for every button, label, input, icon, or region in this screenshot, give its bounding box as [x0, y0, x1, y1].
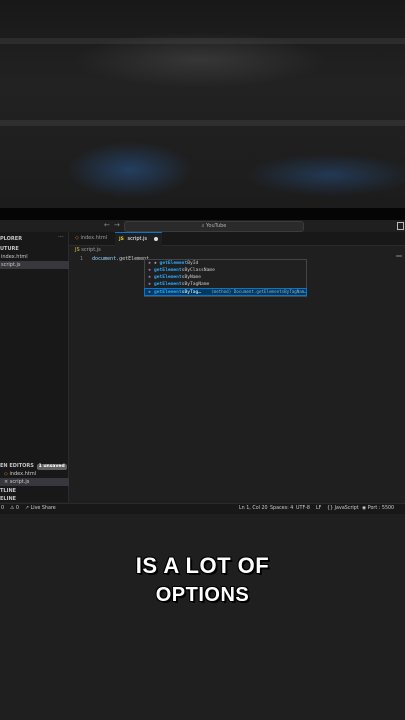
autocomplete-suggestions[interactable]: ◈ ★ getElementById ◈ getElementsByClassNam… — [144, 259, 307, 297]
port-label: Port : 5500 — [367, 506, 395, 511]
html-file-icon: ◇ — [75, 235, 79, 241]
status-bar: 0 ⚠ 0 ↗ Live Share Ln 1, Col 20 Spaces: … — [0, 503, 405, 514]
forward-button[interactable]: → — [114, 221, 120, 229]
method-icon: ◈ — [148, 275, 151, 280]
suggestion-item[interactable]: ◈ ★ getElementById — [145, 261, 306, 267]
tab-label: index.html — [80, 235, 108, 241]
open-editor-label: index.html — [9, 471, 37, 477]
warnings-status[interactable]: ⚠ 0 — [10, 505, 19, 513]
suggestion-detail: (method) Document.getElementsByTagNam… — [211, 289, 307, 294]
suggestion-match: getElement — [159, 261, 188, 266]
minimap[interactable] — [396, 255, 402, 257]
file-index-html[interactable]: index.html — [0, 253, 69, 261]
errors-status[interactable]: 0 — [1, 505, 4, 513]
search-icon: ⌕ — [201, 223, 205, 229]
suggestion-match: getElement — [154, 290, 182, 295]
open-editor-index-html[interactable]: ◇ index.html — [0, 470, 72, 478]
broadcast-icon: ◉ — [362, 506, 367, 511]
more-actions-icon[interactable]: ··· — [58, 234, 64, 241]
search-label: YouTube — [206, 223, 227, 229]
code-line[interactable]: document.getElement — [92, 256, 149, 262]
code-object: document. — [92, 256, 120, 262]
language-mode[interactable]: {} JavaScript — [327, 505, 359, 513]
live-share-label: Live Share — [30, 506, 56, 511]
outline-header[interactable]: TLINE — [0, 487, 68, 495]
indentation[interactable]: Spaces: 4 — [270, 505, 293, 513]
suggestion-item-selected[interactable]: ◈ getElementsByTag… (method) Document.getE… — [144, 288, 307, 296]
language-label: JavaScript — [334, 506, 359, 511]
open-editors-header[interactable]: EN EDITORS 1 unsaved — [0, 462, 68, 470]
method-icon: ◈ — [148, 282, 151, 287]
end-of-line[interactable]: LF — [316, 505, 321, 513]
close-icon[interactable]: × — [4, 479, 8, 485]
line-number: 1 — [80, 256, 84, 262]
suggestion-match: getElement — [154, 268, 182, 273]
tab-index-html[interactable]: ◇ index.html — [71, 232, 111, 245]
suggestion-item[interactable]: ◈ getElementsByName — [145, 275, 306, 281]
letterbox-bar — [0, 208, 405, 220]
blurred-video-frame — [0, 0, 405, 208]
suggestion-rest: ById — [187, 261, 199, 266]
warning-count: 0 — [15, 506, 19, 511]
warning-icon: ⚠ — [10, 506, 15, 511]
suggestion-item[interactable]: ◈ getElementsByClassName — [145, 268, 306, 274]
method-icon: ◈ — [148, 290, 151, 295]
suggestion-match: getElement — [154, 275, 182, 280]
html-file-icon: ◇ — [4, 471, 8, 477]
method-icon: ◈ — [148, 261, 151, 266]
cursor-position[interactable]: Ln 1, Col 20 — [239, 505, 268, 513]
open-editors-label: EN EDITORS — [0, 463, 34, 469]
error-count: 0 — [1, 506, 5, 511]
caption-line-2: options — [155, 584, 250, 606]
command-center-search[interactable]: ⌕ YouTube — [124, 221, 304, 232]
breadcrumb[interactable]: JS script.js — [75, 247, 101, 253]
tab-script-js[interactable]: JS script.js — [115, 232, 162, 246]
file-script-js[interactable]: script.js — [0, 261, 69, 269]
live-share-icon: ↗ — [25, 506, 30, 511]
suggestion-match: getElement — [154, 282, 182, 287]
js-file-icon: JS — [119, 237, 124, 242]
js-file-icon: JS — [75, 247, 80, 253]
folder-name[interactable]: UTURE — [0, 245, 68, 253]
suggestion-rest: sByClassName — [181, 268, 215, 273]
back-button[interactable]: ← — [104, 221, 110, 229]
layout-icon[interactable] — [397, 222, 404, 230]
suggestion-rest: sByTagName — [181, 282, 210, 287]
unsaved-dot-icon[interactable] — [153, 236, 158, 241]
open-editor-script-js[interactable]: × script.js — [0, 478, 72, 486]
editor-tabs: ◇ index.html JS script.js — [69, 232, 405, 246]
braces-icon: {} — [327, 506, 334, 511]
suggestion-item[interactable]: ◈ getElementsByTagName — [145, 282, 306, 288]
timeline-header[interactable]: ELINE — [0, 495, 68, 503]
live-share-status[interactable]: ↗ Live Share — [25, 505, 56, 513]
caption-line-1: is a lot of — [135, 553, 270, 578]
live-server-port[interactable]: ◉ Port : 5500 — [362, 505, 394, 513]
suggestion-rest: sByTag… — [181, 290, 202, 295]
suggestion-rest: sByName — [181, 275, 202, 280]
encoding[interactable]: UTF-8 — [296, 505, 310, 513]
explorer-sidebar: PLORER ··· UTURE index.html script.js EN… — [0, 232, 72, 503]
open-editor-label: script.js — [9, 479, 30, 485]
breadcrumb-file: script.js — [81, 247, 101, 253]
method-icon: ◈ — [148, 268, 151, 273]
tab-label: script.js — [127, 236, 148, 242]
